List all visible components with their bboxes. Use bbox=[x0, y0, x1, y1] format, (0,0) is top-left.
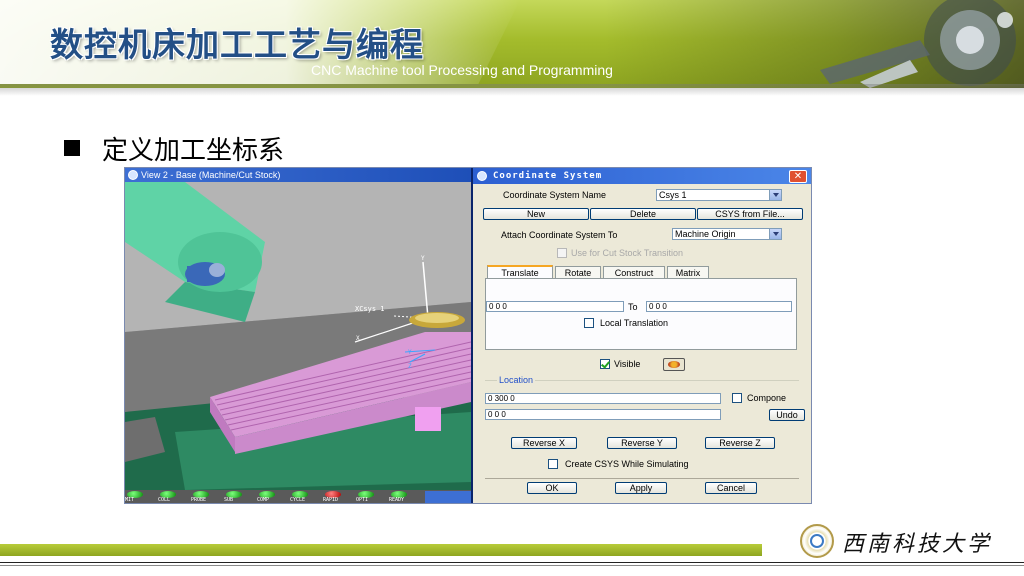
location-field-2[interactable]: 0 0 0 bbox=[485, 409, 721, 420]
create-csys-label: Create CSYS While Simulating bbox=[565, 459, 689, 469]
dialog-app-icon bbox=[477, 171, 487, 181]
create-csys-checkbox[interactable] bbox=[548, 459, 558, 469]
software-screenshot: View 2 - Base (Machine/Cut Stock) Y XCsy… bbox=[124, 167, 812, 504]
cut-stock-label: Use for Cut Stock Transition bbox=[571, 248, 684, 258]
color-picker-icon[interactable] bbox=[663, 358, 685, 371]
footer-line bbox=[0, 562, 1024, 563]
dialog-title: Coordinate System bbox=[493, 171, 603, 181]
status-label-cycle: CYCLE bbox=[290, 497, 306, 503]
ok-button[interactable]: OK bbox=[527, 482, 577, 494]
csys-name-value: Csys 1 bbox=[659, 190, 687, 200]
axis-label-y2: Y bbox=[408, 349, 412, 356]
status-label-mit: MIT bbox=[125, 497, 135, 503]
dialog-titlebar[interactable]: Coordinate System ✕ bbox=[473, 168, 811, 184]
csys-name-select[interactable]: Csys 1 bbox=[656, 189, 782, 201]
location-value-2: 0 0 0 bbox=[488, 410, 506, 419]
reverse-y-button[interactable]: Reverse Y bbox=[607, 437, 677, 449]
status-bar-panel bbox=[425, 491, 471, 503]
status-label-rapid: RAPID bbox=[323, 497, 339, 503]
cancel-button[interactable]: Cancel bbox=[705, 482, 757, 494]
axis-label-x: X bbox=[356, 335, 360, 342]
new-button[interactable]: New bbox=[483, 208, 589, 220]
tab-translate[interactable]: Translate bbox=[487, 265, 553, 279]
status-label-comp: COMP bbox=[257, 497, 270, 503]
university-seal-icon bbox=[800, 524, 834, 558]
csys-label: XCsys 1 bbox=[355, 305, 385, 313]
local-translation-checkbox[interactable] bbox=[584, 318, 594, 328]
translate-from-field[interactable]: 0 0 0 bbox=[486, 301, 624, 312]
location-field-1[interactable]: 0 300 0 bbox=[485, 393, 721, 404]
to-label: To bbox=[628, 302, 638, 312]
delete-button[interactable]: Delete bbox=[590, 208, 696, 220]
axis-label-z: Z bbox=[408, 363, 412, 370]
location-group-label: Location bbox=[497, 375, 536, 385]
footer-accent-bar bbox=[0, 544, 762, 556]
local-translation-label: Local Translation bbox=[600, 318, 669, 328]
visible-label: Visible bbox=[614, 359, 641, 369]
university-name: 西南科技大学 bbox=[842, 532, 993, 557]
viewport-title: View 2 - Base (Machine/Cut Stock) bbox=[141, 170, 281, 180]
translate-to-field[interactable]: 0 0 0 bbox=[646, 301, 792, 312]
reverse-x-button[interactable]: Reverse X bbox=[511, 437, 577, 449]
attach-select[interactable]: Machine Origin bbox=[672, 228, 782, 240]
axis-label-y: Y bbox=[421, 255, 425, 262]
status-label-sub: SUB bbox=[224, 497, 234, 503]
footer-line-secondary bbox=[0, 565, 1024, 566]
chevron-down-icon[interactable] bbox=[769, 229, 781, 239]
component-checkbox[interactable] bbox=[732, 393, 742, 403]
visible-checkbox[interactable] bbox=[600, 359, 610, 369]
machine-tool-illustration bbox=[820, 0, 1016, 88]
status-label-probe: PROBE bbox=[191, 497, 207, 503]
header-shadow bbox=[0, 84, 1024, 96]
translate-tab-panel: 0 0 0 To 0 0 0 Local Translation bbox=[485, 278, 797, 350]
apply-button[interactable]: Apply bbox=[615, 482, 667, 494]
attach-label: Attach Coordinate System To bbox=[501, 230, 618, 240]
viewport-titlebar[interactable]: View 2 - Base (Machine/Cut Stock) bbox=[125, 168, 471, 182]
reverse-z-button[interactable]: Reverse Z bbox=[705, 437, 775, 449]
csys-from-file-button[interactable]: CSYS from File... bbox=[697, 208, 803, 220]
attach-value: Machine Origin bbox=[675, 229, 736, 239]
course-title: 数控机床加工工艺与编程 bbox=[50, 25, 424, 64]
translate-from-value: 0 0 0 bbox=[489, 302, 507, 311]
square-bullet-icon bbox=[64, 140, 80, 156]
course-subtitle: CNC Machine tool Processing and Programm… bbox=[311, 62, 613, 78]
viewport-status-bar: MIT COLL PROBE SUB COMP CYCLE RAPID OPTI READY bbox=[125, 490, 471, 503]
window-app-icon bbox=[128, 170, 138, 180]
chevron-down-icon[interactable] bbox=[769, 190, 781, 200]
coordinate-system-dialog: Coordinate System ✕ Coordinate System Na… bbox=[471, 168, 811, 503]
status-label-opti: OPTI bbox=[356, 497, 369, 503]
translate-to-value: 0 0 0 bbox=[649, 302, 667, 311]
csys-name-label: Coordinate System Name bbox=[503, 190, 607, 200]
status-label-ready: READY bbox=[389, 497, 405, 503]
close-icon[interactable]: ✕ bbox=[789, 170, 807, 183]
location-value-1: 0 300 0 bbox=[488, 394, 515, 403]
undo-button[interactable]: Undo bbox=[769, 409, 805, 421]
simulation-viewport[interactable]: View 2 - Base (Machine/Cut Stock) Y XCsy… bbox=[125, 168, 471, 503]
section-title: 定义加工坐标系 bbox=[102, 136, 285, 166]
slide-header: 数控机床加工工艺与编程 CNC Machine tool Processing … bbox=[0, 0, 1024, 88]
component-label: Compone bbox=[747, 393, 787, 403]
seal-emblem bbox=[810, 534, 824, 548]
cut-stock-checkbox[interactable] bbox=[557, 248, 567, 258]
dialog-separator bbox=[485, 478, 799, 479]
status-label-coll: COLL bbox=[158, 497, 171, 503]
machine-scene[interactable]: Y XCsys 1 X Y Z bbox=[125, 182, 471, 490]
